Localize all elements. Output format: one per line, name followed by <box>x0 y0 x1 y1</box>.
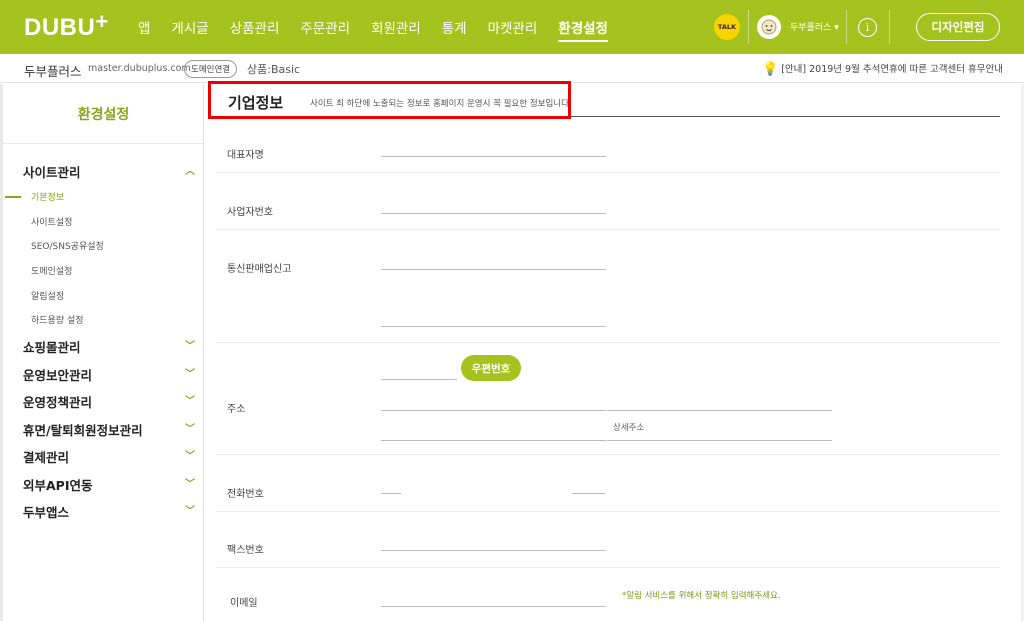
chevron-up-icon: ︿ <box>185 166 195 177</box>
highlight-box <box>208 81 571 119</box>
sidebar-group-dormant-members[interactable]: 휴면/탈퇴회원정보관리 ﹀ <box>23 420 199 439</box>
detail-address-placeholder: 상세주소 <box>613 423 645 433</box>
lightbulb-icon: 💡 <box>762 62 779 77</box>
avatar[interactable] <box>757 15 781 39</box>
nav-divider <box>846 10 847 44</box>
row-divider <box>216 229 1000 230</box>
sidebar-group-security[interactable]: 운영보안관리 ﹀ <box>23 365 199 384</box>
chevron-down-icon: ﹀ <box>185 424 195 435</box>
address-line-input[interactable] <box>381 425 606 441</box>
notice-link[interactable]: 💡 [안내] 2019년 9월 추석연휴에 따른 고객센터 휴무안내 <box>762 61 1003 77</box>
sidebar-group-dubu-apps[interactable]: 두부앱스 ﹀ <box>23 502 199 521</box>
design-edit-button[interactable]: 디자인편집 <box>916 13 1000 41</box>
domain-connect-button[interactable]: 도메인연결 <box>184 60 238 78</box>
address-label: 주소 <box>227 404 246 415</box>
address-extra-input[interactable] <box>607 395 832 411</box>
sidebar-item-basic-info[interactable]: 기본정보 <box>31 190 64 203</box>
address-input[interactable] <box>381 395 606 411</box>
sidebar-group-payment[interactable]: 결제관리 ﹀ <box>23 447 199 466</box>
notice-text: [안내] 2019년 9월 추석연휴에 따른 고객센터 휴무안내 <box>781 64 1004 75</box>
chevron-down-icon: ﹀ <box>185 341 195 352</box>
business-number-input[interactable] <box>381 198 606 214</box>
row-divider <box>216 342 1000 343</box>
mail-order-report-label: 통신판매업신고 <box>227 264 292 275</box>
chevron-down-icon: ﹀ <box>185 369 195 380</box>
sidebar-group-site-management[interactable]: 사이트관리 ︿ <box>23 162 199 181</box>
row-divider <box>216 567 1000 568</box>
mail-order-report-extra-input[interactable] <box>381 311 606 327</box>
info-icon[interactable]: i <box>858 18 877 37</box>
settings-sidebar: 환경설정 사이트관리 ︿ 기본정보 사이트설정 SEO/SNS공유설정 도메인설정… <box>0 84 204 621</box>
chevron-down-icon: ﹀ <box>185 451 195 462</box>
ceo-name-input[interactable] <box>381 141 606 157</box>
sidebar-item-notifications[interactable]: 알림설정 <box>31 289 64 302</box>
row-divider <box>216 172 1000 173</box>
menu-item-members[interactable]: 회원관리 <box>371 17 421 42</box>
sidebar-item-seo-sns[interactable]: SEO/SNS공유설정 <box>31 239 104 252</box>
active-indicator <box>5 196 21 198</box>
plan-label: 상품:Basic <box>247 63 301 76</box>
sidebar-item-domain[interactable]: 도메인설정 <box>31 264 72 277</box>
chevron-down-icon: ﹀ <box>185 479 195 490</box>
sidebar-group-shop-management[interactable]: 쇼핑몰관리 ﹀ <box>23 337 199 356</box>
sidebar-title: 환경설정 <box>3 84 204 144</box>
nav-divider <box>889 10 890 44</box>
phone-label: 전화번호 <box>227 489 264 500</box>
mail-order-report-input[interactable] <box>381 254 606 270</box>
sidebar-group-external-api[interactable]: 외부API연동 ﹀ <box>23 475 199 494</box>
menu-item-posts[interactable]: 게시글 <box>171 17 208 42</box>
kakao-talk-icon[interactable]: TALK <box>714 14 740 40</box>
business-number-label: 사업자번호 <box>227 207 273 218</box>
menu-item-settings[interactable]: 환경설정 <box>558 17 608 42</box>
site-info-bar: 두부플러스 master.dubuplus.com 도메인연결 상품:Basic… <box>0 54 1024 83</box>
main-menu: 앱 게시글 상품관리 주문관리 회원관리 통계 마켓관리 환경설정 <box>138 17 629 42</box>
company-info-form: 기업정보 사이트 최 하단에 노출되는 정보로 홈페이지 운영시 꼭 필요한 정… <box>206 81 1024 621</box>
chevron-down-icon: ﹀ <box>185 506 195 517</box>
phone-part1-input[interactable] <box>381 478 401 494</box>
sidebar-item-site-settings[interactable]: 사이트설정 <box>31 215 72 228</box>
row-divider <box>216 454 1000 455</box>
phone-part3-input[interactable] <box>572 478 605 494</box>
fax-label: 팩스번호 <box>227 545 264 556</box>
menu-item-statistics[interactable]: 통계 <box>442 17 467 42</box>
zipcode-input[interactable] <box>381 364 457 380</box>
sidebar-group-policy[interactable]: 운영정책관리 ﹀ <box>23 392 199 411</box>
detail-address-input[interactable]: 상세주소 <box>607 419 832 441</box>
ceo-name-label: 대표자명 <box>227 150 264 161</box>
email-input[interactable] <box>381 591 606 607</box>
top-navigation-bar: DUBU+ 앱 게시글 상품관리 주문관리 회원관리 통계 마켓관리 환경설정 … <box>0 0 1024 54</box>
sidebar-item-disk-capacity[interactable]: 하드용량 설정 <box>31 313 84 326</box>
fax-input[interactable] <box>381 535 606 551</box>
site-url[interactable]: master.dubuplus.com <box>88 63 191 74</box>
nav-divider <box>748 10 749 44</box>
dubu-logo[interactable]: DUBU+ <box>24 9 109 42</box>
email-hint: *알림 서비스를 위해서 정확히 입력해주세요. <box>622 591 781 601</box>
row-divider <box>216 511 1000 512</box>
menu-item-market[interactable]: 마켓관리 <box>488 17 538 42</box>
menu-item-app[interactable]: 앱 <box>138 17 150 42</box>
user-menu-dropdown[interactable]: 두부플러스 ▾ <box>790 20 839 33</box>
email-label: 이메일 <box>230 598 258 609</box>
site-name: 두부플러스 <box>24 64 82 79</box>
zipcode-search-button[interactable]: 우편번호 <box>461 355 521 381</box>
user-face-icon <box>761 19 777 35</box>
menu-item-products[interactable]: 상품관리 <box>230 17 280 42</box>
menu-item-orders[interactable]: 주문관리 <box>300 17 350 42</box>
chevron-down-icon: ﹀ <box>185 396 195 407</box>
